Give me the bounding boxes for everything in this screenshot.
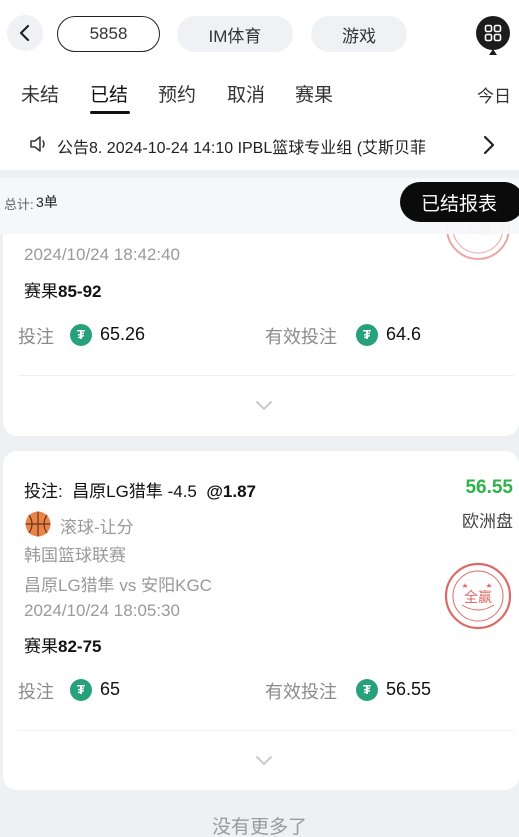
bet-result: 赛果85-92 <box>24 277 101 302</box>
win-stamp-icon: 全赢 <box>444 562 512 630</box>
total-label: 总计: <box>4 197 34 212</box>
tether-icon: ₮ <box>356 324 378 346</box>
valid-stake-amount: 64.6 <box>386 324 422 344</box>
result-label: 赛果 <box>24 282 58 301</box>
grid-menu-button[interactable] <box>476 16 510 50</box>
active-tab-indicator <box>90 111 130 114</box>
tab-games[interactable]: 游戏 <box>311 16 407 52</box>
tab-im-sports[interactable]: IM体育 <box>177 16 293 52</box>
bet-result: 赛果82-75 <box>24 632 101 657</box>
tab-cancelled[interactable]: 取消 <box>227 80 265 107</box>
payout-amount: 56.55 <box>465 477 513 498</box>
grid-menu-icon <box>484 24 502 42</box>
tether-icon: ₮ <box>70 324 92 346</box>
result-score: 82-75 <box>58 637 102 656</box>
bet-time: 2024/10/24 18:42:40 <box>24 245 180 264</box>
bet-card: 投注: 昌原LG猎隼 -4.5 @1.87 56.55 欧洲盘 滚球-让分 韩国… <box>3 451 519 790</box>
valid-stake-amount: 56.55 <box>386 679 432 699</box>
result-label: 赛果 <box>24 637 58 656</box>
divider <box>18 730 514 731</box>
selection-text: 昌原LG猎隼 -4.5 <box>72 482 197 501</box>
chevron-right-icon[interactable] <box>479 133 499 157</box>
tab-results[interactable]: 赛果 <box>295 80 333 107</box>
total-count: 3单 <box>36 194 58 210</box>
bet-card: 2024/10/24 18:42:40 赛果85-92 全赢 投注 ₮ 65.2… <box>3 210 519 436</box>
odds: @1.87 <box>206 482 257 501</box>
back-button[interactable] <box>7 15 43 51</box>
chevron-left-icon <box>19 24 30 42</box>
basketball-icon <box>25 511 51 537</box>
tab-settled[interactable]: 已结 <box>90 80 128 107</box>
top-bar: 5858 IM体育 游戏 <box>0 0 519 66</box>
tab-reserved[interactable]: 预约 <box>158 80 196 107</box>
settled-report-button[interactable]: 已结报表 <box>400 182 519 222</box>
summary-bar: 总计: 3单 已结报表 <box>0 178 519 234</box>
selection-label: 投注: <box>24 482 63 501</box>
stake-label: 投注 <box>18 327 54 347</box>
stamp-text: 全赢 <box>464 589 492 606</box>
menu-caret-icon <box>489 49 497 55</box>
notice-bar[interactable]: 公告8. 2024-10-24 14:10 IPBL篮球专业组 (艾斯贝菲 <box>0 120 519 170</box>
market-type: 滚球-让分 <box>60 518 134 537</box>
match-teams: 昌原LG猎隼 vs 安阳KGC <box>24 576 212 595</box>
bet-time: 2024/10/24 18:05:30 <box>24 601 180 620</box>
notice-text: 公告8. 2024-10-24 14:10 IPBL篮球专业组 (艾斯贝菲 <box>57 140 427 157</box>
league-name: 韩国篮球联赛 <box>24 546 126 565</box>
tab-5858[interactable]: 5858 <box>57 16 160 52</box>
chevron-down-icon[interactable] <box>255 400 273 412</box>
tether-icon: ₮ <box>70 679 92 701</box>
status-tabs: 未结 已结 预约 取消 赛果 今日 <box>0 66 519 120</box>
stake-amount: 65 <box>100 679 121 699</box>
odds-type: 欧洲盘 <box>462 512 513 531</box>
date-filter[interactable]: 今日 <box>477 82 511 107</box>
valid-stake-label: 有效投注 <box>265 327 337 347</box>
tab-unsettled[interactable]: 未结 <box>21 80 59 107</box>
chevron-down-icon[interactable] <box>255 755 273 767</box>
stake-amount: 65.26 <box>100 324 146 344</box>
stake-label: 投注 <box>18 682 54 702</box>
valid-stake-label: 有效投注 <box>265 682 337 702</box>
tether-icon: ₮ <box>356 679 378 701</box>
no-more-text: 没有更多了 <box>211 817 307 837</box>
speaker-icon <box>30 136 45 152</box>
result-score: 85-92 <box>58 282 102 301</box>
bet-selection: 投注: 昌原LG猎隼 -4.5 @1.87 <box>24 477 256 502</box>
divider <box>18 375 514 376</box>
